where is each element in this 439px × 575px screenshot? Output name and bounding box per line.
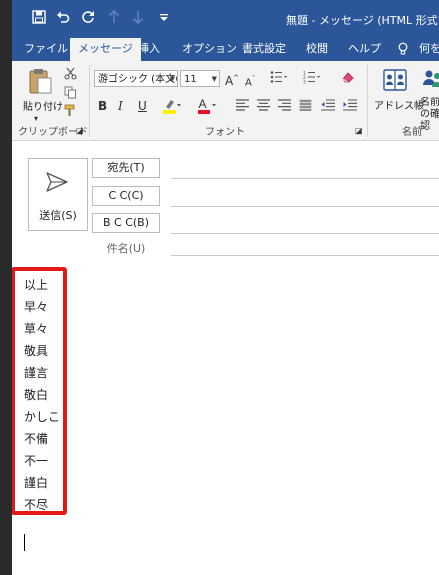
closing-phrase: 敬白 [24,388,49,402]
names-group-label: 名前 [402,127,422,138]
format-painter-icon[interactable] [64,104,77,120]
ribbon-tabs: ファイル メッセージ 挿入 オプション 書式設定 校閲 ヘルプ 何を [12,38,439,62]
closing-phrase: かしこ [24,410,61,424]
shrink-font-icon[interactable]: Aˇ [245,72,255,90]
chevron-down-icon: ▼ [169,75,175,83]
check-names-button[interactable]: 名前の確認 [420,97,439,133]
send-icon [45,171,69,197]
font-name-combo[interactable]: 游ゴシック (本文の ▼ [94,70,178,87]
align-left-icon[interactable] [236,99,249,114]
address-book-icon[interactable] [382,67,408,96]
tab-message[interactable]: メッセージ [70,38,141,62]
cc-button[interactable]: C C(C) [92,186,160,206]
compose-header: 送信(S) 宛先(T) C C(C) B C C(B) 件名(U) [12,141,439,258]
tab-file[interactable]: ファイル [24,38,68,61]
closing-phrase: 不一 [24,454,49,468]
cut-icon[interactable] [64,67,77,83]
chevron-down-icon: ▼ [211,75,217,83]
redo-icon[interactable] [81,9,95,29]
message-body[interactable]: 以上 早々 草々 敬具 謹言 敬白 かしこ 不備 不一 謹白 不尽 [12,259,439,575]
customize-icon[interactable] [159,9,169,29]
font-color-icon[interactable]: A [197,97,217,118]
closing-phrase: 以上 [24,278,49,292]
tab-tell-me[interactable]: 何を [419,38,439,61]
font-size-combo[interactable]: 11 ▼ [180,70,220,87]
address-book-button[interactable]: アドレス帳 [374,97,424,112]
closing-phrase: 草々 [24,322,49,336]
align-right-icon[interactable] [278,99,291,114]
send-button-label: 送信(S) [39,209,77,222]
copy-icon[interactable] [64,86,77,102]
text-cursor [24,534,25,551]
grow-font-icon[interactable]: A^ [225,71,239,88]
save-icon[interactable] [32,9,46,29]
subject-field[interactable] [171,255,439,256]
closing-phrase: 不尽 [24,498,49,512]
send-button[interactable]: 送信(S) [28,158,88,231]
tab-format[interactable]: 書式設定 [242,38,286,61]
cc-field[interactable] [171,206,439,207]
lightbulb-icon[interactable] [398,38,408,61]
svg-text:A: A [199,97,207,111]
clipboard-launcher-icon[interactable]: ◪ [76,124,84,138]
paste-button[interactable]: 貼り付け [23,98,63,113]
tab-review[interactable]: 校閲 [306,38,328,61]
tab-insert[interactable]: 挿入 [138,38,160,61]
font-launcher-icon[interactable]: ◪ [355,124,363,138]
closing-phrase: 不備 [24,432,49,446]
window-title: 無題 - メッセージ (HTML 形式) [286,14,439,27]
paste-icon[interactable] [28,67,52,98]
bullets-icon[interactable] [270,70,288,87]
decrease-indent-icon[interactable] [321,99,335,114]
undo-icon[interactable] [56,9,70,29]
closing-phrase: 敬具 [24,344,49,358]
font-name-value: 游ゴシック (本文の [98,74,178,85]
font-group-label: フォント [205,127,245,138]
svg-text:3: 3 [303,80,306,85]
italic-icon[interactable]: I [118,99,123,113]
align-center-icon[interactable] [257,99,270,114]
to-field[interactable] [171,178,439,179]
bold-icon[interactable]: B [98,99,107,113]
closing-phrase: 謹言 [24,366,49,380]
title-bar: 無題 - メッセージ (HTML 形式) [12,0,439,38]
justify-icon[interactable] [299,99,312,114]
outlook-compose-window: 無題 - メッセージ (HTML 形式) ファイル メッセージ 挿入 オプション… [12,0,439,575]
divider [367,65,368,137]
highlight-color-icon[interactable] [162,97,182,118]
down-arrow-icon[interactable] [132,9,144,29]
numbering-icon[interactable]: 123 [303,70,321,87]
closing-phrase: 謹白 [24,476,49,490]
up-arrow-icon[interactable] [108,9,120,29]
font-size-value: 11 [184,74,197,85]
subject-label: 件名(U) [106,242,146,255]
divider [89,65,90,137]
tab-help[interactable]: ヘルプ [348,38,381,61]
clear-formatting-icon[interactable] [341,70,355,87]
ribbon: 貼り付け ▾ クリップボード ◪ 游ゴシック (本文の ▼ 11 ▼ A^ Aˇ… [12,61,439,141]
increase-indent-icon[interactable] [343,99,357,114]
to-button[interactable]: 宛先(T) [92,158,160,178]
closing-phrase: 早々 [24,300,49,314]
bcc-field[interactable] [171,233,439,234]
check-names-icon[interactable] [422,67,439,96]
tab-options[interactable]: オプション [182,38,237,61]
bcc-button[interactable]: B C C(B) [92,213,160,233]
underline-icon[interactable]: U [138,99,147,113]
